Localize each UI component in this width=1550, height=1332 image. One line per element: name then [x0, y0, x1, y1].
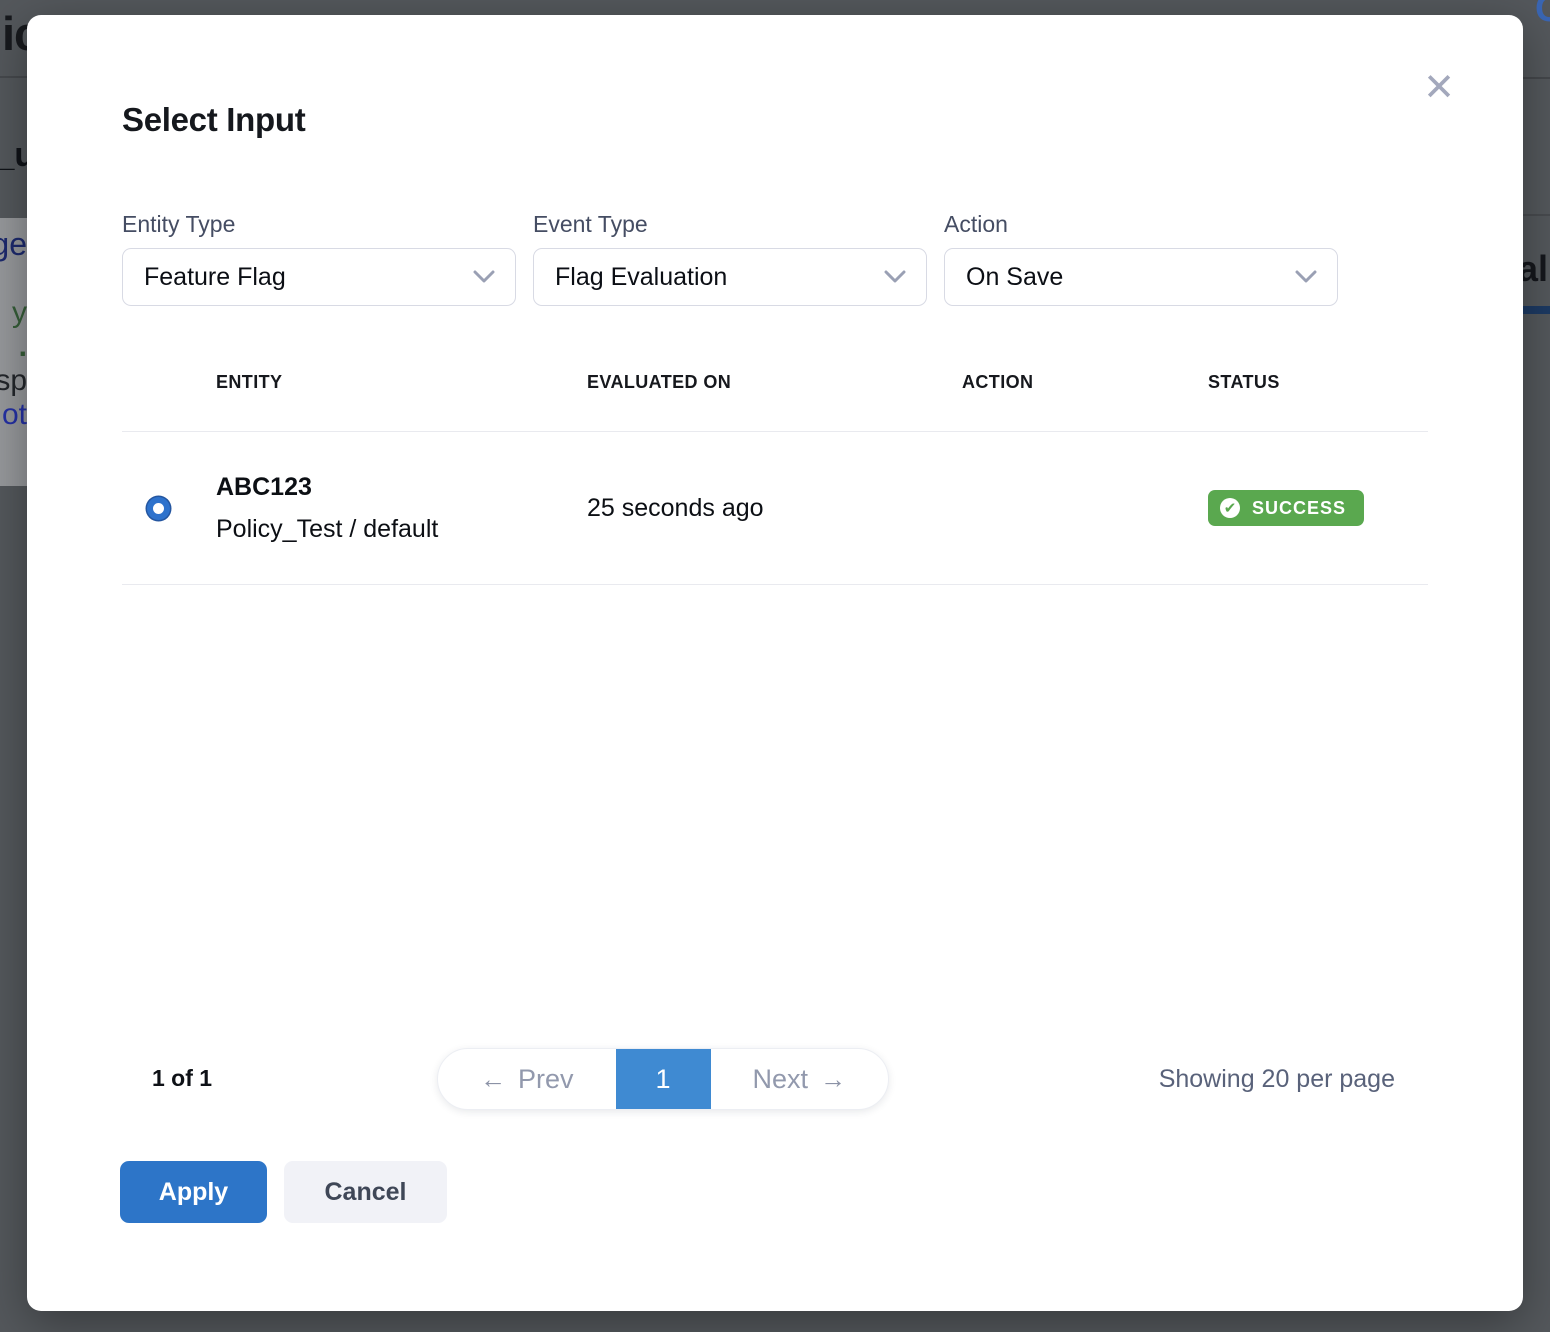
next-page-button[interactable]: Next →	[711, 1049, 889, 1109]
apply-button[interactable]: Apply	[120, 1161, 267, 1223]
select-input-modal: ✕ Select Input Entity Type Feature Flag …	[27, 15, 1523, 1311]
next-label: Next	[752, 1064, 808, 1095]
backdrop-code-fragment: ot	[2, 398, 27, 432]
event-type-select[interactable]: Flag Evaluation	[533, 248, 927, 306]
chevron-down-icon	[473, 270, 495, 284]
event-type-filter: Event Type Flag Evaluation	[533, 211, 927, 306]
current-page-button[interactable]: 1	[616, 1049, 711, 1109]
chevron-down-icon	[1295, 270, 1317, 284]
backdrop-code-fragment: sp	[0, 364, 27, 398]
prev-label: Prev	[518, 1064, 574, 1095]
action-label: Action	[944, 211, 1338, 238]
backdrop-code-fragment: .	[19, 330, 27, 364]
footer-buttons: Apply Cancel	[120, 1161, 447, 1223]
backdrop-code-fragment: ge	[0, 226, 27, 263]
radio-cell	[122, 497, 216, 520]
status-cell: ✔ SUCCESS	[1208, 490, 1422, 526]
evaluated-on-cell: 25 seconds ago	[587, 494, 962, 523]
entity-subtitle: Policy_Test / default	[216, 515, 587, 544]
modal-title: Select Input	[122, 101, 1428, 139]
entity-type-select[interactable]: Feature Flag	[122, 248, 516, 306]
cancel-button[interactable]: Cancel	[284, 1161, 447, 1223]
table-row[interactable]: ABC123 Policy_Test / default 25 seconds …	[122, 431, 1428, 585]
close-icon[interactable]: ✕	[1423, 74, 1455, 106]
event-type-label: Event Type	[533, 211, 927, 238]
backdrop-code-panel: ge y . sp ot	[0, 218, 27, 486]
arrow-right-icon: →	[820, 1064, 846, 1095]
table-header-row: ENTITY EVALUATED ON ACTION STATUS	[122, 372, 1428, 393]
col-header-action: ACTION	[962, 372, 1208, 393]
backdrop-code-fragment: y	[12, 296, 27, 330]
entity-type-label: Entity Type	[122, 211, 516, 238]
col-header-entity: ENTITY	[216, 372, 587, 393]
entity-cell: ABC123 Policy_Test / default	[216, 473, 587, 544]
action-select[interactable]: On Save	[944, 248, 1338, 306]
backdrop-divider	[1523, 77, 1550, 79]
backdrop-divider	[0, 76, 27, 78]
chevron-down-icon	[884, 270, 906, 284]
backdrop-divider	[1523, 214, 1550, 216]
event-type-value: Flag Evaluation	[555, 263, 727, 292]
filter-row: Entity Type Feature Flag Event Type Flag…	[122, 211, 1428, 306]
status-badge-label: SUCCESS	[1252, 498, 1346, 519]
status-badge: ✔ SUCCESS	[1208, 490, 1364, 526]
action-filter: Action On Save	[944, 211, 1338, 306]
action-value: On Save	[966, 263, 1063, 292]
pagination-summary: 1 of 1	[152, 1065, 212, 1092]
pagination-control: ← Prev 1 Next →	[437, 1048, 889, 1110]
row-radio-selected[interactable]	[147, 497, 170, 520]
entity-type-filter: Entity Type Feature Flag	[122, 211, 516, 306]
entity-name: ABC123	[216, 473, 587, 502]
arrow-left-icon: ←	[480, 1064, 506, 1095]
results-table: ENTITY EVALUATED ON ACTION STATUS ABC123…	[122, 372, 1428, 585]
prev-page-button[interactable]: ← Prev	[438, 1049, 616, 1109]
col-header-evaluated: EVALUATED ON	[587, 372, 962, 393]
entity-type-value: Feature Flag	[144, 263, 286, 292]
backdrop-tab-underline	[1523, 306, 1550, 314]
per-page-indicator: Showing 20 per page	[1159, 1065, 1395, 1094]
col-header-status: STATUS	[1208, 372, 1422, 393]
backdrop-logo-fragment: C	[1535, 0, 1550, 31]
check-circle-icon: ✔	[1220, 498, 1240, 518]
